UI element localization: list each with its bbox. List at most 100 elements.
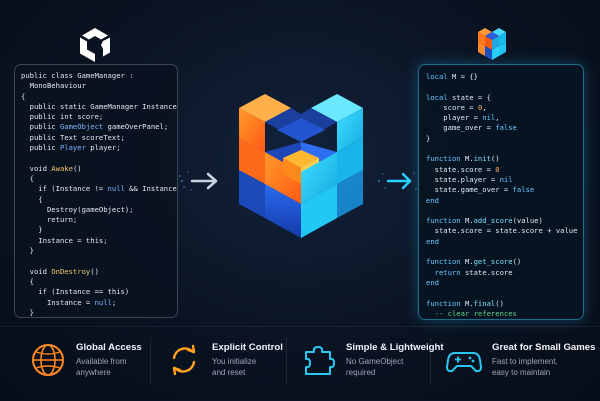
code-token: public [21, 143, 60, 153]
code-token: state.player = [426, 319, 500, 320]
code-token: void [21, 266, 52, 276]
lua-code-line: state.game_over = false [426, 185, 576, 195]
code-token: M. [460, 154, 474, 164]
lua-code-panel: local M = {} local state = { score = 0, p… [418, 64, 584, 320]
csharp-code-line: } [21, 225, 171, 235]
code-token: M. [460, 216, 474, 226]
lua-code-line: -- clear references [426, 309, 576, 319]
csharp-code-line: return; [21, 215, 171, 225]
csharp-code-line: public GameObject gameOverPanel; [21, 122, 171, 132]
lua-code-line: function M.get_score() [426, 257, 576, 267]
code-token: get_score [473, 257, 513, 267]
feature-desc: You initialize [212, 357, 257, 366]
csharp-code-line: Instance = this; [21, 236, 171, 246]
code-token: 0 [495, 164, 500, 174]
isometric-cube-icon [239, 94, 363, 238]
globe-icon [32, 344, 64, 376]
code-token: player = [426, 113, 483, 123]
lua-code-line: function M.init() [426, 154, 576, 164]
csharp-code-line: { [21, 195, 171, 205]
code-token: gameOverPanel; [103, 122, 169, 132]
code-token: player; [85, 143, 121, 153]
feature-title: Global Access [76, 342, 142, 353]
code-token: final [473, 298, 496, 308]
lua-cube-logo-icon [478, 28, 506, 60]
code-token: MonoBehaviour [21, 81, 86, 91]
feature-desc: Available from [76, 357, 127, 366]
code-token: state.score [460, 267, 513, 277]
csharp-code-line: } [21, 246, 171, 256]
gamepad-icon [446, 352, 482, 373]
code-token: if (Instance != [21, 184, 108, 194]
csharp-code-line: { [21, 92, 171, 102]
code-token: } [21, 246, 34, 256]
code-token: end [426, 277, 439, 287]
lua-code-line: game_over = false [426, 123, 576, 133]
code-token: { [21, 194, 43, 204]
lua-code-line: state.score = 0 [426, 165, 576, 175]
code-token: M. [460, 257, 474, 267]
code-token: Instance = [21, 297, 95, 307]
csharp-code-line: { [21, 277, 171, 287]
code-token: (value) [512, 216, 543, 226]
lua-code-line: end [426, 196, 576, 206]
lua-code-line [426, 82, 576, 92]
code-token: function [426, 154, 461, 164]
code-token: null [107, 184, 125, 194]
code-token: false [495, 123, 517, 133]
code-token: () [495, 298, 504, 308]
csharp-code-line: Instance = null; [21, 298, 171, 308]
csharp-code-line: if (Instance != null && Instance != this… [21, 184, 177, 194]
feature-title: Simple & Lightweight [346, 342, 444, 353]
lua-code-line: end [426, 278, 576, 288]
code-token: nil [500, 319, 513, 320]
feature-desc: required [346, 368, 376, 377]
code-token: , [482, 102, 487, 112]
code-token: return [426, 267, 461, 277]
code-token: Awake [51, 163, 73, 173]
code-token: public static GameManager Instance; [21, 101, 178, 111]
code-token: end [426, 195, 439, 205]
code-token: init [473, 154, 491, 164]
lua-code-line [426, 288, 576, 298]
code-token: state.score = [426, 164, 496, 174]
lua-code-line: local state = { [426, 93, 576, 103]
csharp-code-line: public Player player; [21, 143, 171, 153]
code-token: public int score; [21, 112, 104, 122]
csharp-code-line: void OnDestroy() [21, 267, 171, 277]
unity-logo-icon [80, 28, 110, 62]
puzzle-piece-icon [305, 346, 335, 375]
code-token: } [21, 225, 43, 235]
csharp-code-line: void Awake() [21, 164, 171, 174]
lua-code-line: return state.score [426, 268, 576, 278]
csharp-code-line: Destroy(gameObject); [21, 205, 171, 215]
code-token: Player [59, 143, 86, 153]
code-token: && Instance != this) [129, 184, 177, 194]
code-token: add_score [473, 216, 513, 226]
feature-desc: No GameObject [346, 357, 404, 366]
code-token: function [426, 298, 461, 308]
csharp-code-line: } [21, 308, 171, 317]
code-token: null [94, 297, 112, 307]
code-token: score = [426, 102, 478, 112]
code-token: Instance = this; [21, 235, 108, 245]
code-token: { [21, 91, 26, 101]
code-token: local [426, 92, 448, 102]
feature-title: Explicit Control [212, 342, 283, 353]
lua-code-line: state.score = state.score + value [426, 226, 578, 236]
csharp-code-line: public class GameManager : [21, 71, 171, 81]
code-token: GameObject [59, 122, 104, 132]
code-token: false [512, 185, 535, 195]
code-token: state.score = state.score + value [426, 226, 578, 236]
feature-title: Great for Small Games [492, 342, 596, 353]
lua-code-line [426, 206, 576, 216]
csharp-code-line: public static GameManager Instance; [21, 102, 177, 112]
code-token: state.player = [426, 174, 500, 184]
lua-code-line: state.player = nil [426, 175, 576, 185]
lua-code-line: end [426, 237, 576, 247]
lua-code-line: function M.add_score(value) [426, 216, 576, 226]
arrow-right-icon [179, 171, 218, 191]
code-token: Destroy(gameObject); [21, 204, 134, 214]
lua-code-line: function M.final() [426, 299, 576, 309]
code-token: -- clear references [426, 308, 517, 318]
